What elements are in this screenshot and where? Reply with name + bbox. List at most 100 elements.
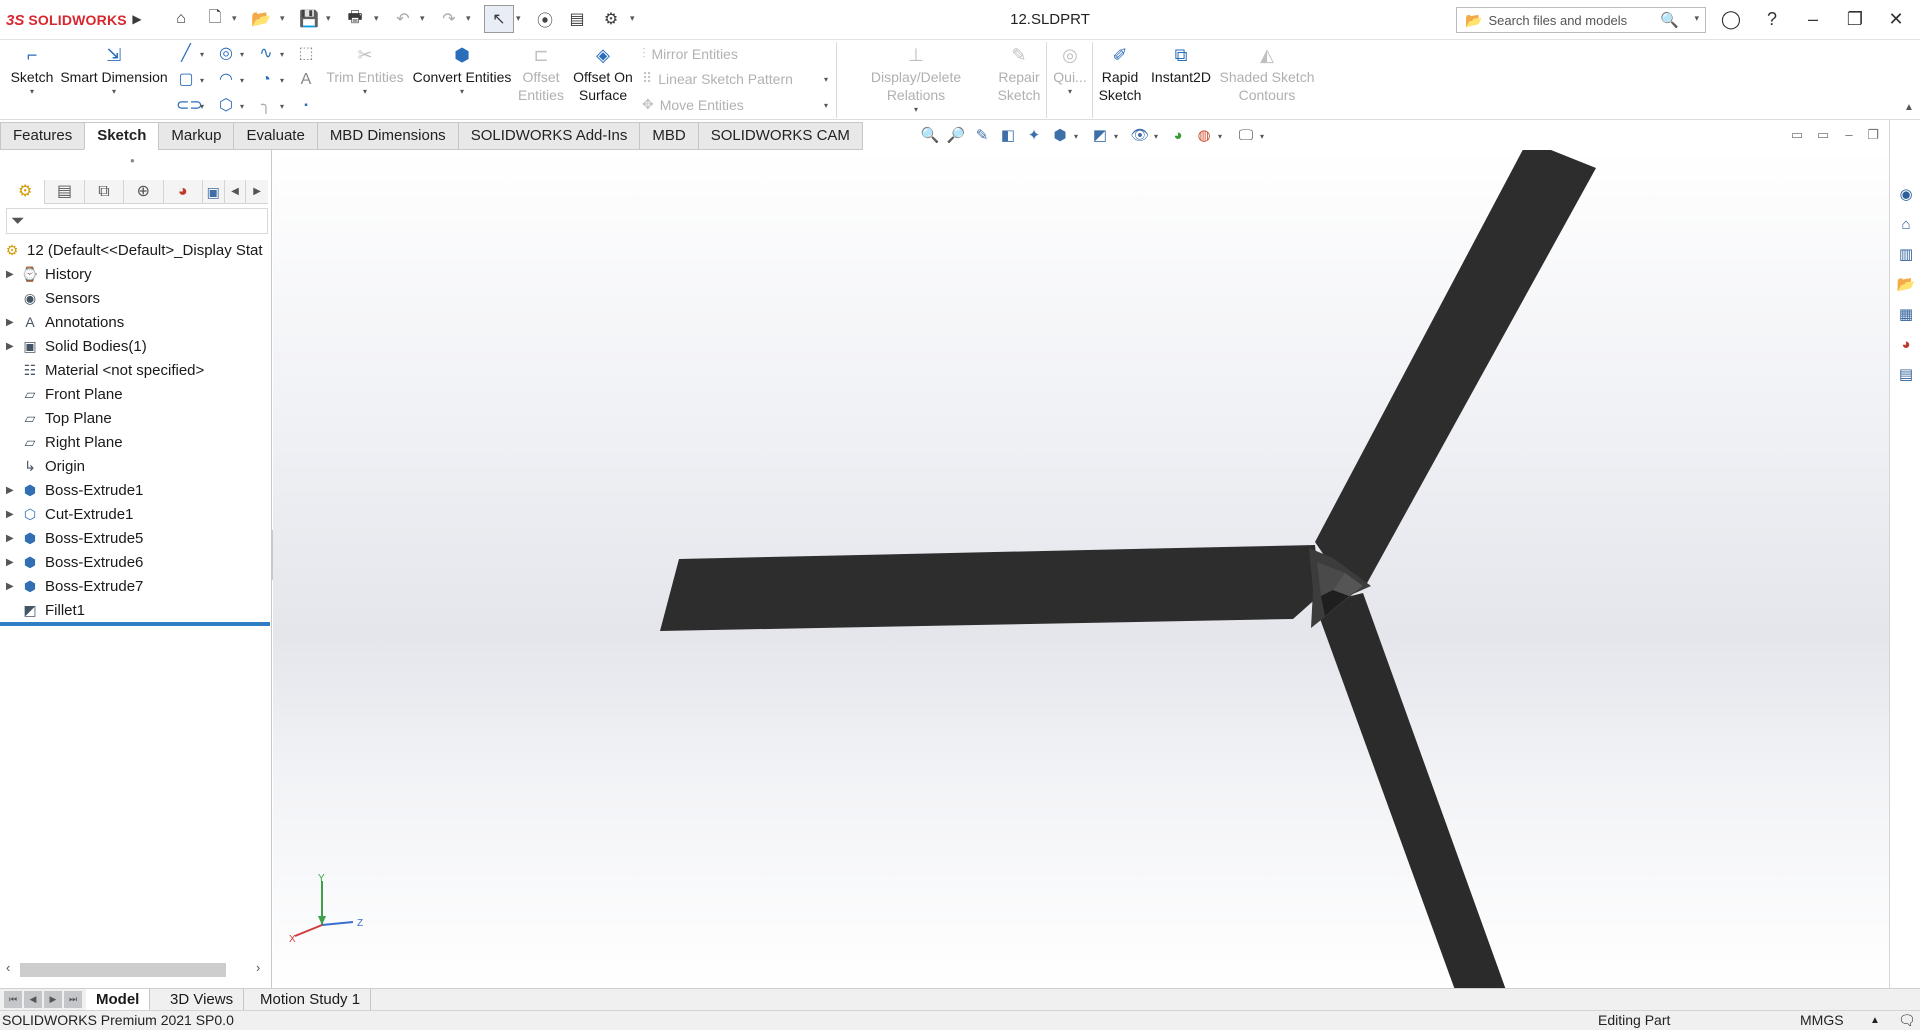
construction-geometry-icon[interactable]: ⬚ — [296, 44, 316, 64]
sketch-button[interactable]: ⌐ Sketch ▾ — [8, 40, 56, 98]
arc-icon[interactable]: ◠ — [216, 70, 236, 90]
sketch-fillet-icon[interactable]: ╮ — [256, 96, 276, 116]
pattern-dropdown-icon[interactable]: ▾ — [824, 75, 828, 84]
tab-sketch[interactable]: Sketch — [84, 122, 159, 150]
open-dropdown-icon[interactable]: ▾ — [280, 13, 288, 24]
model-view[interactable]: Y Z X — [273, 150, 1889, 988]
slot-dropdown-icon[interactable]: ▾ — [200, 102, 204, 111]
tree-item-front-plane[interactable]: ▱ Front Plane — [0, 382, 270, 406]
tree-item-right-plane[interactable]: ▱ Right Plane — [0, 430, 270, 454]
select-icon[interactable]: ↖ — [484, 5, 514, 33]
tree-item-boss-extrude6[interactable]: ▶ ⬢ Boss-Extrude6 — [0, 550, 270, 574]
rectangle-dropdown-icon[interactable]: ▾ — [200, 76, 204, 85]
expand-icon[interactable]: ▶ — [6, 317, 20, 328]
next-tab-icon[interactable]: ▶ — [44, 991, 62, 1008]
file-explorer-icon[interactable]: 📂 — [1895, 274, 1917, 296]
prev-tab-icon[interactable]: ◀ — [24, 991, 42, 1008]
offset-entities-button[interactable]: ⊏ Offset Entities — [514, 40, 568, 104]
expand-icon[interactable]: ▶ — [6, 533, 20, 544]
trim-entities-button[interactable]: ✂ Trim Entities ▾ — [322, 40, 408, 98]
cam-tab-icon[interactable]: ▣ — [203, 180, 225, 204]
tree-item-history[interactable]: ▶ ⌚ History — [0, 262, 270, 286]
redo-icon[interactable]: ↷ — [438, 8, 460, 30]
offset-on-surface-button[interactable]: ◈ Offset On Surface — [568, 40, 638, 104]
sketch-dropdown-icon[interactable]: ▾ — [8, 86, 56, 98]
viewport-tile-right-icon[interactable]: ▭ — [1814, 126, 1832, 144]
scrollbar-thumb[interactable] — [20, 963, 226, 977]
scene-dropdown-icon[interactable]: ▾ — [1218, 132, 1222, 141]
move-dropdown-icon[interactable]: ▾ — [824, 101, 828, 110]
configuration-manager-tab-icon[interactable]: ⧉ — [85, 180, 125, 204]
expand-icon[interactable]: ▶ — [6, 557, 20, 568]
new-dropdown-icon[interactable]: ▾ — [232, 13, 240, 24]
viewport-restore-icon[interactable]: ❐ — [1864, 126, 1882, 144]
trim-dropdown-icon[interactable]: ▾ — [322, 86, 408, 98]
undo-dropdown-icon[interactable]: ▾ — [420, 13, 428, 24]
new-document-icon[interactable]: 🗋 — [204, 8, 226, 30]
tree-item-annotations[interactable]: ▶ A Annotations — [0, 310, 270, 334]
mirror-entities-button[interactable]: ⫶ Mirror Entities — [642, 45, 738, 62]
collapse-ribbon-icon[interactable]: ▲ — [1904, 102, 1914, 113]
spline-icon[interactable]: ∿ — [256, 44, 276, 64]
fillet-sketch-dropdown-icon[interactable]: ▾ — [280, 76, 284, 85]
view-orientation-icon[interactable]: ⬢ — [1050, 126, 1070, 146]
fillet-sketch-icon[interactable]: ◔ — [256, 70, 276, 90]
minimize-icon[interactable]: – — [1798, 6, 1828, 32]
tree-filter-input[interactable]: ⏷ — [6, 208, 268, 234]
view-orientation-dropdown-icon[interactable]: ▾ — [1074, 132, 1078, 141]
convert-dropdown-icon[interactable]: ▾ — [410, 86, 514, 98]
slot-icon[interactable]: ⊂⊃ — [176, 96, 203, 116]
display-style-dropdown-icon[interactable]: ▾ — [1114, 132, 1118, 141]
tree-item-sensors[interactable]: ◉ Sensors — [0, 286, 270, 310]
tab-3d-views[interactable]: 3D Views — [160, 989, 245, 1011]
tree-item-boss-extrude5[interactable]: ▶ ⬢ Boss-Extrude5 — [0, 526, 270, 550]
tree-item-fillet1[interactable]: ◩ Fillet1 — [0, 598, 270, 622]
view-palette-icon[interactable]: ▦ — [1895, 304, 1917, 326]
graphics-area[interactable]: Y Z X — [273, 150, 1889, 988]
last-tab-icon[interactable]: ⏭ — [64, 991, 82, 1008]
property-manager-tab-icon[interactable]: ▤ — [45, 180, 85, 204]
zoom-to-area-icon[interactable]: 🔎 — [946, 126, 966, 146]
linear-sketch-pattern-button[interactable]: ⠿ Linear Sketch Pattern — [642, 70, 793, 87]
scroll-left-icon[interactable]: ‹ — [6, 960, 10, 975]
zoom-to-fit-icon[interactable]: 🔍 — [920, 126, 940, 146]
save-icon[interactable]: 💾 — [298, 8, 320, 30]
quick-snaps-button[interactable]: ◎ Qui... ▾ — [1050, 40, 1090, 98]
tab-features[interactable]: Features — [0, 122, 85, 150]
rapid-sketch-button[interactable]: ✐ Rapid Sketch — [1096, 40, 1144, 104]
view-settings-icon[interactable]: 🖵 — [1236, 126, 1256, 146]
search-input[interactable]: 📂 Search files and models 🔍 ▾ — [1456, 7, 1706, 33]
relations-dropdown-icon[interactable]: ▾ — [840, 104, 992, 116]
save-dropdown-icon[interactable]: ▾ — [326, 13, 334, 24]
expand-icon[interactable]: ▶ — [6, 581, 20, 592]
tree-item-top-plane[interactable]: ▱ Top Plane — [0, 406, 270, 430]
display-manager-tab-icon[interactable]: ◕ — [164, 180, 203, 204]
tree-item-solid-bodies[interactable]: ▶ ▣ Solid Bodies(1) — [0, 334, 270, 358]
tab-evaluate[interactable]: Evaluate — [233, 122, 317, 150]
expand-icon[interactable]: ▶ — [6, 485, 20, 496]
tab-motion-study-1[interactable]: Motion Study 1 — [250, 989, 372, 1011]
tree-root-part[interactable]: ⚙ 12 (Default<<Default>_Display Stat — [0, 238, 270, 262]
solidworks-logo[interactable]: 3S SOLIDWORKS — [6, 10, 127, 30]
display-delete-relations-button[interactable]: ⊥ Display/Delete Relations ▾ — [840, 40, 992, 116]
options-icon[interactable]: ⚙ — [600, 8, 622, 30]
hide-show-dropdown-icon[interactable]: ▾ — [1154, 132, 1158, 141]
rollback-bar[interactable] — [0, 622, 270, 626]
tree-item-boss-extrude7[interactable]: ▶ ⬢ Boss-Extrude7 — [0, 574, 270, 598]
tab-mbd[interactable]: MBD — [639, 122, 698, 150]
help-icon[interactable]: ? — [1757, 6, 1787, 32]
display-style-icon[interactable]: ◩ — [1090, 126, 1110, 146]
dynamic-annotation-icon[interactable]: ✦ — [1024, 126, 1044, 146]
rebuild-icon[interactable]: ⦿ — [534, 8, 556, 30]
print-icon[interactable]: 🖶 — [344, 8, 366, 30]
search-icon[interactable]: 🔍 — [1660, 11, 1679, 29]
tree-item-cut-extrude1[interactable]: ▶ ⬡ Cut-Extrude1 — [0, 502, 270, 526]
edit-appearance-icon[interactable]: ◕ — [1168, 126, 1188, 146]
tabs-right-arrow-icon[interactable]: ▶ — [246, 180, 268, 204]
circle-icon[interactable]: ◎ — [216, 44, 236, 64]
panel-grip-icon[interactable]: ● — [130, 156, 135, 165]
expand-icon[interactable]: ▶ — [6, 509, 20, 520]
print-dropdown-icon[interactable]: ▾ — [374, 13, 382, 24]
section-view-icon[interactable]: ◧ — [998, 126, 1018, 146]
line-icon[interactable]: ╱ — [176, 44, 196, 64]
